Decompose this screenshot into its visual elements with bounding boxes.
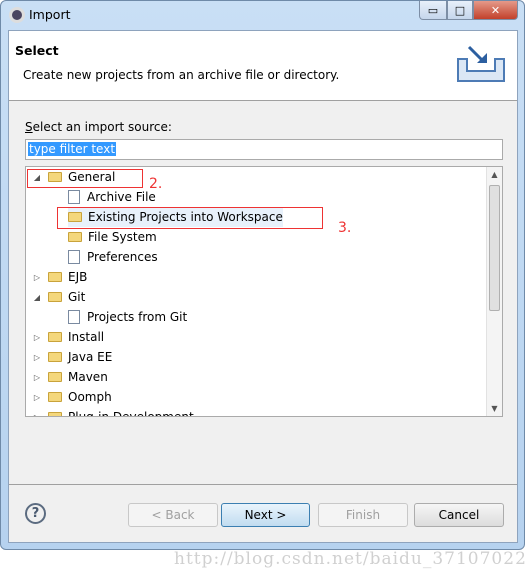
tree-item[interactable]: Archive File: [68, 187, 156, 207]
expand-icon[interactable]: ▷: [32, 373, 42, 382]
folder-icon: [48, 272, 62, 282]
eclipse-app-icon: [9, 7, 25, 23]
maximize-button[interactable]: □: [447, 1, 473, 20]
back-button[interactable]: < Back: [128, 503, 218, 527]
tree-item[interactable]: File System: [68, 227, 157, 247]
tree-item[interactable]: ▷ Java EE: [32, 347, 112, 367]
tree-item-label: Install: [68, 330, 105, 344]
expand-icon[interactable]: ▷: [32, 353, 42, 362]
tree-item-label: File System: [88, 230, 157, 244]
page-description: Create new projects from an archive file…: [23, 68, 340, 82]
tree-item[interactable]: ▷ Plug-in Development: [32, 407, 194, 417]
folder-icon: [48, 372, 62, 382]
import-icon: [457, 45, 505, 82]
help-icon[interactable]: ?: [25, 503, 46, 524]
annotation-box-step2: [27, 169, 143, 188]
tree-item-label: Java EE: [68, 350, 113, 364]
folder-icon: [48, 352, 62, 362]
page-title: Select: [15, 43, 59, 58]
tree-item-label: Archive File: [87, 190, 156, 204]
folder-icon: [48, 412, 62, 416]
import-source-tree[interactable]: ▲ ▼ ◢ General Archive File Existing Project…: [25, 166, 503, 417]
tree-item[interactable]: ◢ Git: [32, 287, 85, 307]
tree-item[interactable]: Projects from Git: [68, 307, 187, 327]
tree-item[interactable]: ▷ Install: [32, 327, 104, 347]
folder-icon: [68, 232, 82, 242]
tree-item[interactable]: ▷ Oomph: [32, 387, 112, 407]
git-icon: [68, 310, 80, 324]
button-bar-divider: [9, 484, 517, 485]
expand-icon[interactable]: ▷: [32, 333, 42, 342]
scrollbar-thumb[interactable]: [489, 185, 500, 311]
tree-item-label: Plug-in Development: [68, 410, 194, 417]
tree-item[interactable]: ▷ EJB: [32, 267, 87, 287]
cancel-button[interactable]: Cancel: [414, 503, 504, 527]
window-title: Import: [29, 7, 71, 22]
expand-icon[interactable]: ▷: [32, 393, 42, 402]
expand-icon[interactable]: ▷: [32, 273, 42, 282]
wizard-header: Select Create new projects from an archi…: [9, 31, 517, 101]
collapse-icon[interactable]: ◢: [32, 293, 42, 302]
annotation-step2: 2.: [149, 176, 163, 192]
tree-scrollbar[interactable]: ▲ ▼: [486, 167, 502, 416]
import-dialog: Import ▭ □ ✕ Select Create new projects …: [0, 0, 525, 569]
folder-icon: [48, 292, 62, 302]
folder-icon: [48, 392, 62, 402]
tree-item-label: Git: [68, 290, 86, 304]
filter-input[interactable]: type filter text: [25, 139, 503, 160]
watermark: http://blog.csdn.net/baidu_37107022: [174, 549, 525, 569]
finish-button[interactable]: Finish: [318, 503, 408, 527]
tree-item[interactable]: Preferences: [68, 247, 158, 267]
import-source-label: Select an import source:: [25, 120, 172, 134]
tree-item-label: Maven: [68, 370, 108, 384]
annotation-box-step3: [57, 207, 323, 229]
next-button[interactable]: Next >: [221, 503, 310, 527]
minimize-button[interactable]: ▭: [419, 1, 447, 20]
preferences-icon: [68, 250, 80, 264]
annotation-step3: 3.: [338, 220, 352, 236]
tree-item-label: Oomph: [68, 390, 112, 404]
tree-item[interactable]: ▷ Maven: [32, 367, 108, 387]
scroll-down-icon[interactable]: ▼: [487, 404, 502, 413]
close-button[interactable]: ✕: [473, 1, 518, 20]
tree-item-label: Projects from Git: [87, 310, 188, 324]
tree-item-label: EJB: [68, 270, 88, 284]
tree-item-label: Preferences: [87, 250, 158, 264]
archive-icon: [68, 190, 80, 204]
scroll-up-icon[interactable]: ▲: [487, 170, 502, 179]
folder-icon: [48, 332, 62, 342]
expand-icon[interactable]: ▷: [32, 413, 42, 417]
